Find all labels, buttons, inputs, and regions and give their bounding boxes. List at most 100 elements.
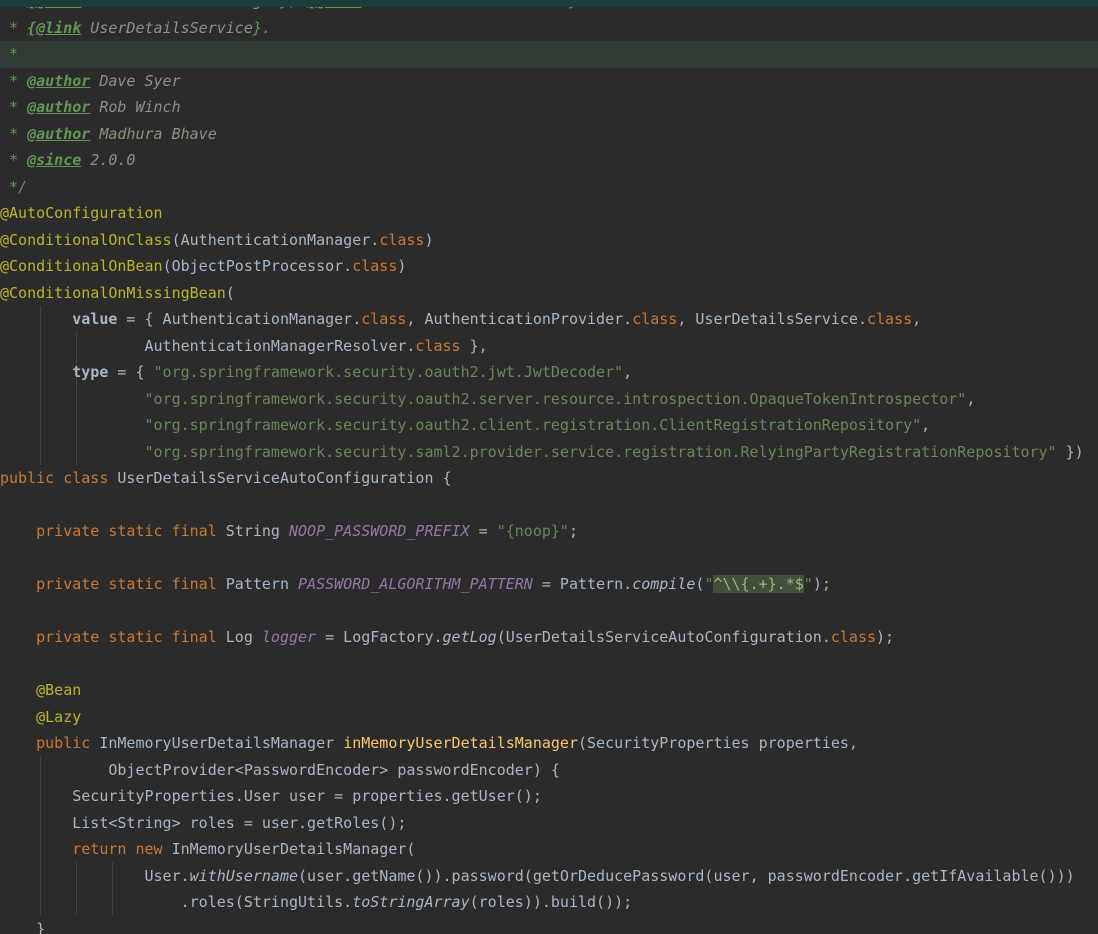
token-k: private static final [36, 628, 217, 646]
token-ct: @since [27, 151, 82, 169]
code-line[interactable]: @Lazy [0, 704, 1098, 731]
token-d: Log [216, 628, 262, 646]
token-b: type [72, 363, 109, 381]
code-area[interactable]: * {@link AuthenticationManager}, {@link … [0, 0, 1098, 934]
token-d: = Pattern. [532, 575, 633, 593]
token-d: , AuthenticationProvider. [406, 310, 633, 328]
token-d: = [469, 522, 497, 540]
token-k: class [415, 336, 461, 355]
code-line[interactable]: "org.springframework.security.oauth2.cli… [0, 412, 1098, 439]
code-line[interactable]: return new InMemoryUserDetailsManager( [0, 836, 1098, 863]
code-line[interactable]: value = { AuthenticationManager.class, A… [0, 306, 1098, 333]
token-d: InMemoryUserDetailsManager( [162, 840, 416, 858]
code-line[interactable]: ObjectProvider<PasswordEncoder> password… [0, 757, 1098, 784]
token-c: * [0, 98, 28, 116]
token-d [0, 522, 36, 540]
token-d: ( [225, 283, 235, 302]
token-d: Pattern [216, 575, 299, 593]
code-line[interactable]: .roles(StringUtils.toStringArray(roles))… [0, 889, 1098, 916]
token-k: private static final [36, 575, 217, 593]
code-line[interactable]: public InMemoryUserDetailsManager inMemo… [0, 730, 1098, 757]
token-k: public [36, 734, 91, 752]
code-line[interactable]: private static final Log logger = LogFac… [0, 624, 1098, 651]
token-d: , [623, 363, 633, 381]
code-editor[interactable]: * {@link AuthenticationManager}, {@link … [0, 0, 1098, 934]
token-d: ObjectProvider<PasswordEncoder> password… [0, 760, 560, 779]
token-d: }) [1056, 442, 1084, 461]
token-d: ); [876, 628, 895, 646]
token-f: NOOP_PASSWORD_PREFIX [289, 522, 470, 540]
token-d [0, 390, 145, 408]
token-d: List<String> roles = user.getRoles(); [0, 813, 407, 832]
code-line[interactable] [0, 492, 1098, 519]
token-d: } [0, 919, 46, 934]
token-a: @Lazy [36, 707, 82, 726]
token-k: class [361, 310, 407, 328]
code-line[interactable]: * [0, 41, 1098, 68]
token-d: ) [397, 257, 407, 275]
code-line[interactable]: "org.springframework.security.saml2.prov… [0, 439, 1098, 466]
code-line[interactable]: public class UserDetailsServiceAutoConfi… [0, 465, 1098, 492]
token-b: value [72, 310, 118, 328]
code-line[interactable]: * {@link UserDetailsService}. [0, 15, 1098, 42]
token-d: .roles(StringUtils. [0, 893, 353, 911]
token-a: @Bean [36, 681, 82, 699]
token-d: (user.getName()).password(getOrDeducePas… [298, 866, 1075, 885]
code-line[interactable]: * @author Dave Syer [0, 68, 1098, 95]
code-line[interactable]: @Bean [0, 677, 1098, 704]
token-c: * [0, 124, 28, 143]
token-k: return new [72, 840, 163, 858]
token-ct: {@link [27, 18, 82, 37]
token-d: (ObjectPostProcessor. [162, 257, 353, 275]
token-a: @AutoConfiguration [0, 204, 163, 222]
code-line[interactable]: @AutoConfiguration [0, 200, 1098, 227]
token-c: }. [252, 18, 271, 37]
code-line[interactable]: * @author Rob Winch [0, 94, 1098, 121]
token-sm: withUsername [189, 866, 299, 885]
token-cv: Dave Syer [90, 71, 181, 90]
code-line[interactable] [0, 598, 1098, 625]
code-line[interactable]: private static final Pattern PASSWORD_AL… [0, 571, 1098, 598]
token-d: , [921, 416, 931, 434]
code-line[interactable]: private static final String NOOP_PASSWOR… [0, 518, 1098, 545]
token-c: * [0, 18, 28, 37]
token-f: PASSWORD_ALGORITHM_PATTERN [298, 575, 533, 593]
token-s: "org.springframework.security.oauth2.jwt… [153, 363, 624, 381]
code-line[interactable]: @ConditionalOnMissingBean( [0, 280, 1098, 307]
token-d: ); [812, 575, 831, 593]
token-k: class [830, 628, 877, 646]
token-s: "org.springframework.security.oauth2.cli… [144, 416, 922, 434]
code-line[interactable]: "org.springframework.security.oauth2.ser… [0, 386, 1098, 413]
token-s: "{noop}" [496, 522, 569, 540]
token-cv: 2.0.0 [81, 151, 136, 169]
clipped-line-highlight [0, 0, 1098, 7]
code-line[interactable]: AuthenticationManagerResolver.class }, [0, 333, 1098, 360]
token-a: @ConditionalOnClass [0, 230, 172, 249]
token-d: = { [108, 363, 154, 381]
token-d: UserDetailsServiceAutoConfiguration { [108, 469, 452, 487]
code-line[interactable]: @ConditionalOnBean(ObjectPostProcessor.c… [0, 253, 1098, 280]
code-line[interactable]: * @author Madhura Bhave [0, 121, 1098, 148]
code-line[interactable]: */ [0, 174, 1098, 201]
token-d [0, 708, 36, 726]
token-d: User. [0, 866, 190, 885]
token-d [0, 681, 36, 699]
code-line[interactable] [0, 651, 1098, 678]
code-line[interactable]: @ConditionalOnClass(AuthenticationManage… [0, 227, 1098, 254]
code-line[interactable]: * @since 2.0.0 [0, 147, 1098, 174]
code-line[interactable]: SecurityProperties.User user = propertie… [0, 783, 1098, 810]
code-line[interactable]: User.withUsername(user.getName()).passwo… [0, 863, 1098, 890]
token-k: class [352, 257, 398, 275]
token-d [0, 363, 72, 381]
token-c: * [0, 45, 19, 63]
token-d [0, 628, 36, 646]
token-ct: @author [27, 98, 91, 116]
code-line[interactable] [0, 545, 1098, 572]
token-k: private static final [36, 522, 217, 540]
token-s: " [803, 575, 813, 593]
token-cv: Rob Winch [90, 98, 181, 116]
code-line[interactable]: } [0, 916, 1098, 934]
code-line[interactable]: List<String> roles = user.getRoles(); [0, 810, 1098, 837]
token-d: , UserDetailsService. [677, 310, 867, 328]
code-line[interactable]: type = { "org.springframework.security.o… [0, 359, 1098, 386]
